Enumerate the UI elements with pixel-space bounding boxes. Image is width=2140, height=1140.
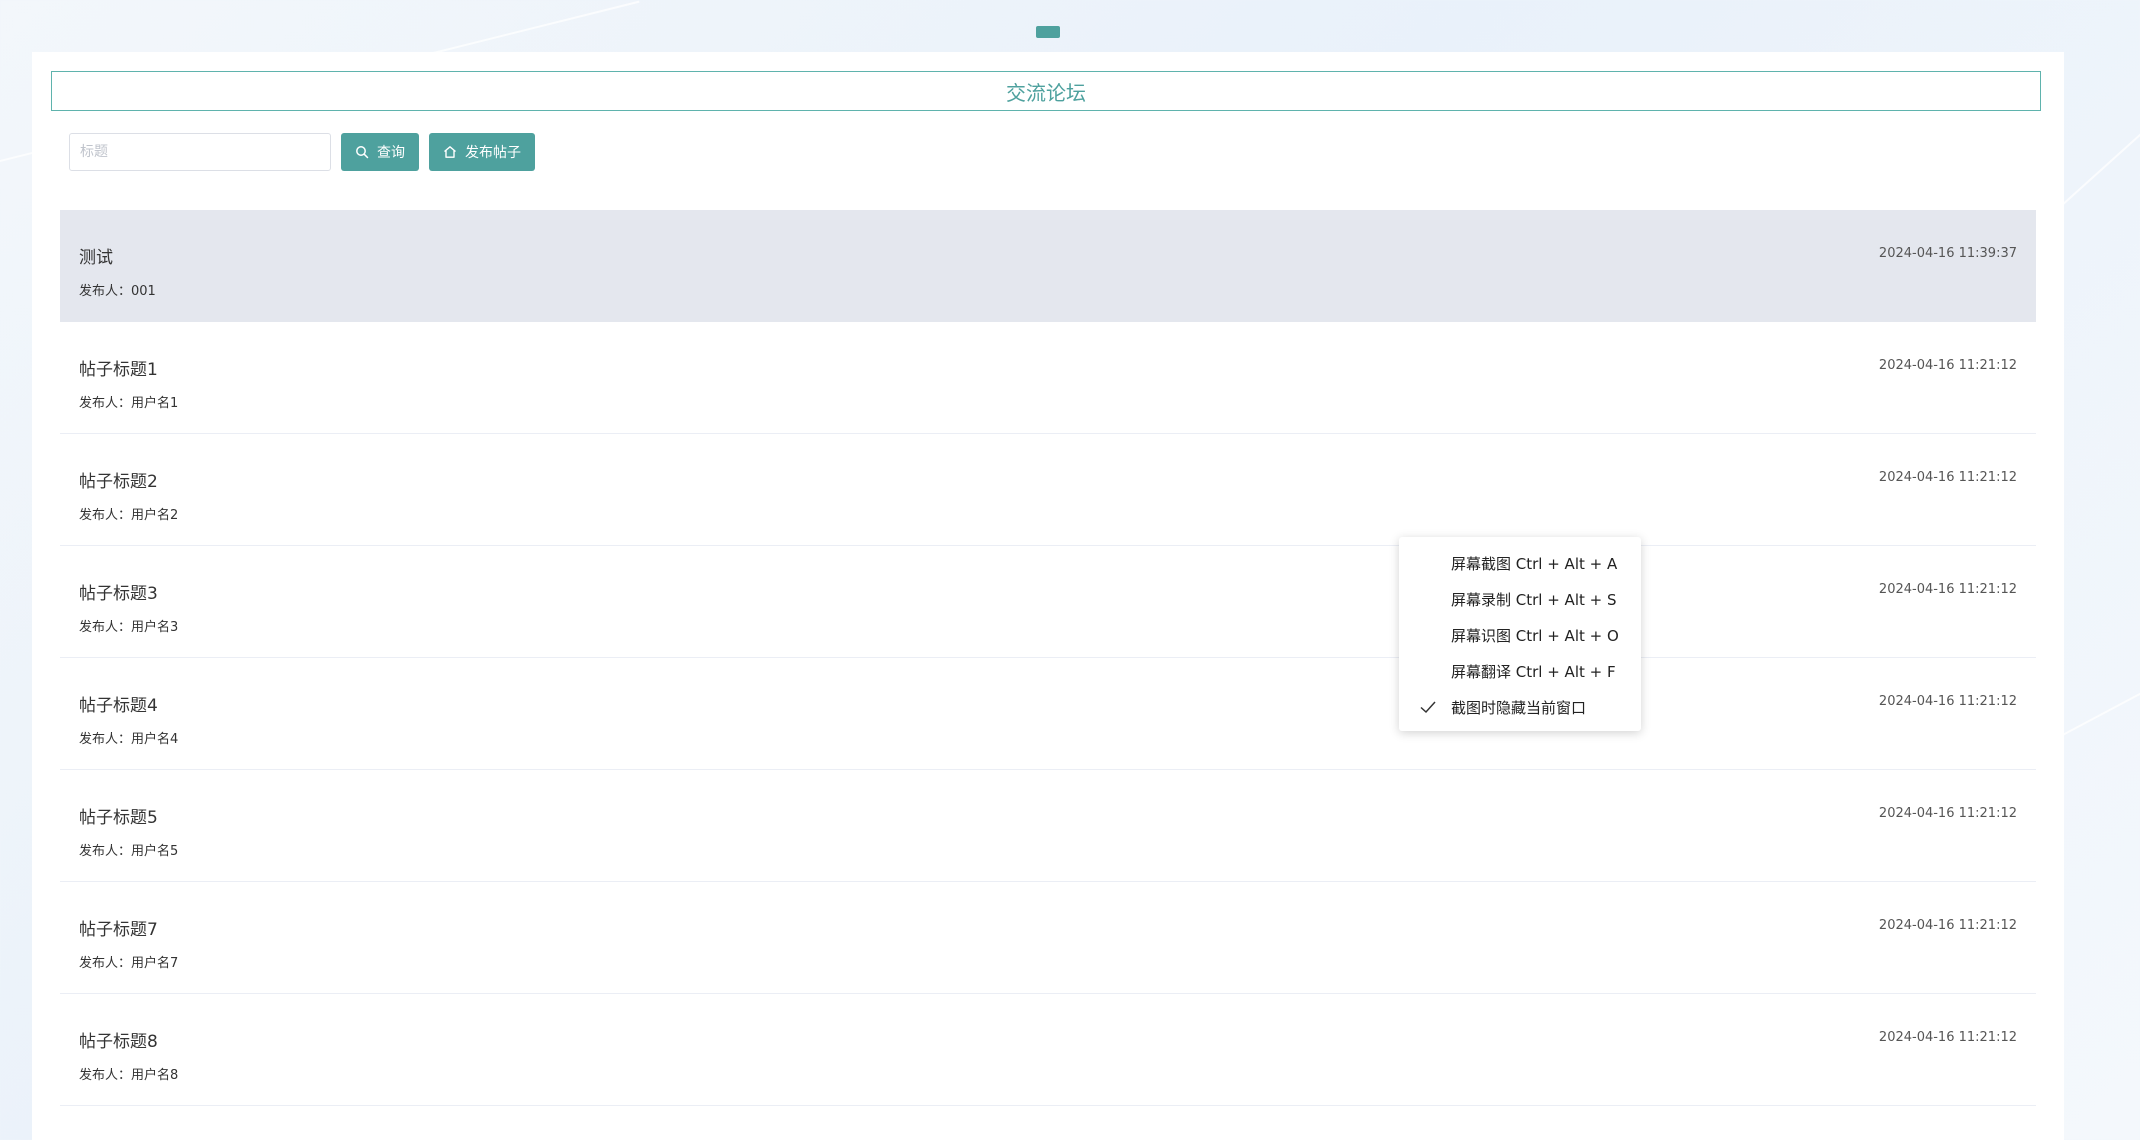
post-item[interactable]: 帖子标题2 发布人：用户名2 2024-04-16 11:21:12	[60, 434, 2036, 546]
search-icon	[355, 145, 369, 159]
query-button-label: 查询	[377, 145, 405, 161]
post-item[interactable]: 帖子标题3 发布人：用户名3 2024-04-16 11:21:12	[60, 546, 2036, 658]
post-time: 2024-04-16 11:21:12	[1878, 694, 2017, 709]
title-search-input[interactable]	[69, 133, 331, 171]
post-time: 2024-04-16 11:39:37	[1878, 246, 2017, 261]
post-time: 2024-04-16 11:21:12	[1878, 806, 2017, 821]
post-time: 2024-04-16 11:21:12	[1878, 358, 2017, 373]
post-author: 发布人：用户名3	[79, 620, 179, 635]
post-list: 测试 发布人：001 2024-04-16 11:39:37 帖子标题1 发布人…	[60, 210, 2036, 1106]
menu-item-label: 屏幕翻译 Ctrl + Alt + F	[1451, 662, 1616, 681]
menu-item-screen-translate[interactable]: 屏幕翻译 Ctrl + Alt + F	[1399, 653, 1641, 689]
post-title[interactable]: 帖子标题3	[79, 579, 158, 604]
menu-item-label: 截图时隐藏当前窗口	[1451, 698, 1587, 717]
post-author: 发布人：用户名5	[79, 844, 179, 859]
check-icon	[1419, 698, 1437, 716]
post-time: 2024-04-16 11:21:12	[1878, 582, 2017, 597]
top-indicator	[1036, 26, 1060, 38]
menu-item-label: 屏幕录制 Ctrl + Alt + S	[1451, 590, 1617, 609]
post-title[interactable]: 帖子标题5	[79, 803, 158, 828]
post-author: 发布人：用户名4	[79, 732, 179, 747]
post-item[interactable]: 帖子标题7 发布人：用户名7 2024-04-16 11:21:12	[60, 882, 2036, 994]
home-icon	[443, 145, 457, 159]
post-author: 发布人：用户名1	[79, 396, 179, 411]
post-item[interactable]: 帖子标题8 发布人：用户名8 2024-04-16 11:21:12	[60, 994, 2036, 1106]
query-button[interactable]: 查询	[341, 133, 419, 171]
post-item[interactable]: 帖子标题1 发布人：用户名1 2024-04-16 11:21:12	[60, 322, 2036, 434]
post-title[interactable]: 测试	[79, 243, 113, 268]
post-item[interactable]: 帖子标题4 发布人：用户名4 2024-04-16 11:21:12	[60, 658, 2036, 770]
menu-item-label: 屏幕识图 Ctrl + Alt + O	[1451, 626, 1619, 645]
post-time: 2024-04-16 11:21:12	[1878, 1030, 2017, 1045]
forum-panel: 交流论坛 查询 发布帖子 测试 发布人：001 2024-04-16 11:39…	[32, 52, 2064, 1140]
menu-item-hide-window[interactable]: 截图时隐藏当前窗口	[1399, 689, 1641, 725]
search-toolbar: 查询 发布帖子	[69, 133, 535, 171]
post-title[interactable]: 帖子标题7	[79, 915, 158, 940]
publish-post-button[interactable]: 发布帖子	[429, 133, 535, 171]
post-title[interactable]: 帖子标题8	[79, 1027, 158, 1052]
post-time: 2024-04-16 11:21:12	[1878, 470, 2017, 485]
post-item[interactable]: 测试 发布人：001 2024-04-16 11:39:37	[60, 210, 2036, 322]
publish-button-label: 发布帖子	[465, 145, 521, 161]
menu-item-screen-capture[interactable]: 屏幕截图 Ctrl + Alt + A	[1399, 545, 1641, 581]
post-time: 2024-04-16 11:21:12	[1878, 918, 2017, 933]
post-author: 发布人：用户名2	[79, 508, 179, 523]
page-title: 交流论坛	[51, 71, 2041, 111]
post-title[interactable]: 帖子标题4	[79, 691, 158, 716]
post-author: 发布人：用户名7	[79, 956, 179, 971]
menu-item-screen-ocr[interactable]: 屏幕识图 Ctrl + Alt + O	[1399, 617, 1641, 653]
screenshot-context-menu: 屏幕截图 Ctrl + Alt + A 屏幕录制 Ctrl + Alt + S …	[1399, 537, 1641, 731]
menu-item-label: 屏幕截图 Ctrl + Alt + A	[1451, 554, 1618, 573]
post-title[interactable]: 帖子标题2	[79, 467, 158, 492]
post-author: 发布人：001	[79, 284, 156, 299]
post-item[interactable]: 帖子标题5 发布人：用户名5 2024-04-16 11:21:12	[60, 770, 2036, 882]
menu-item-screen-record[interactable]: 屏幕录制 Ctrl + Alt + S	[1399, 581, 1641, 617]
post-title[interactable]: 帖子标题1	[79, 355, 158, 380]
post-author: 发布人：用户名8	[79, 1068, 179, 1083]
